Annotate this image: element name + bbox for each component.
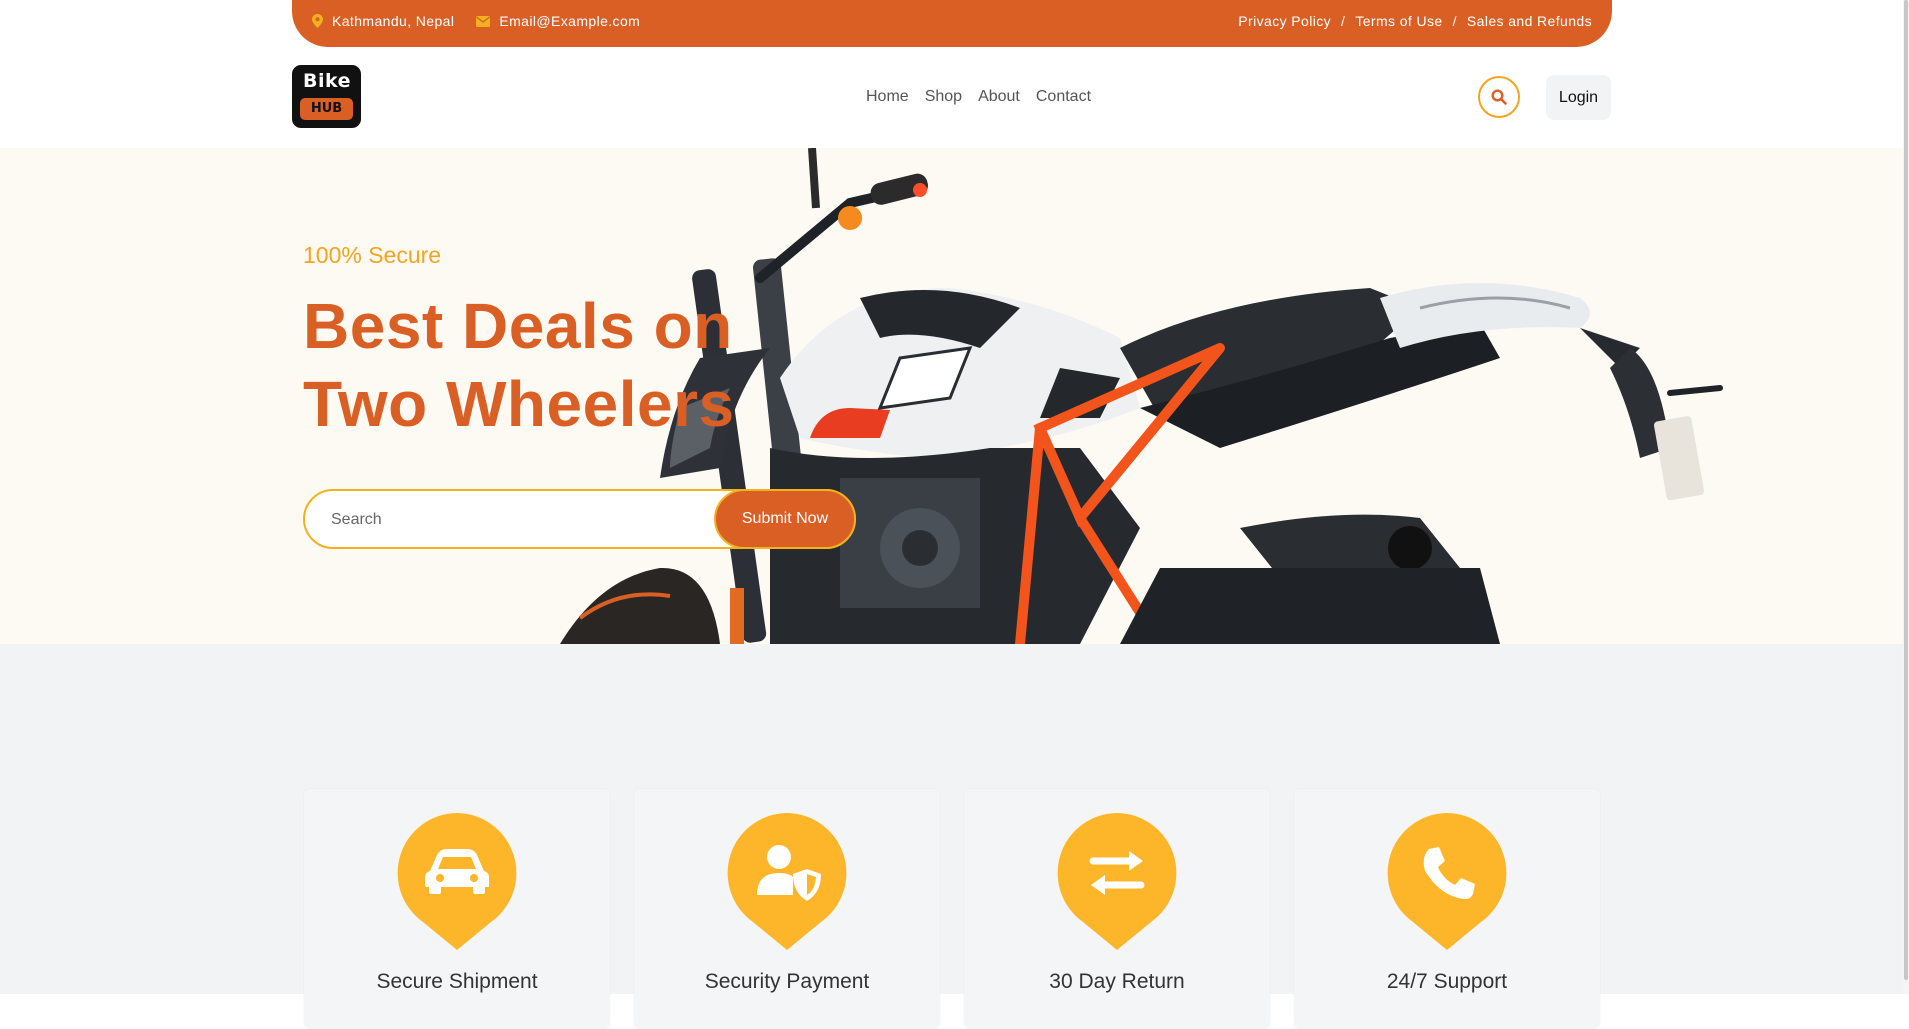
- sales-refunds-link[interactable]: Sales and Refunds: [1467, 13, 1592, 29]
- location-text: Kathmandu, Nepal: [332, 13, 455, 29]
- car-icon: [397, 813, 517, 950]
- submit-now-button[interactable]: Submit Now: [714, 489, 856, 549]
- bikehub-logo[interactable]: Bike HUB: [292, 65, 361, 128]
- email-text[interactable]: Email@Example.com: [499, 13, 640, 29]
- feature-title: Security Payment: [704, 970, 870, 993]
- main-nav: Home Shop About Contact: [866, 88, 1091, 106]
- hero-kicker: 100% Secure: [303, 242, 442, 268]
- hero-search-input[interactable]: [329, 507, 713, 533]
- page-scrollbar[interactable]: [1903, 0, 1909, 994]
- hero-title: Best Deals on Two Wheelers: [303, 287, 735, 443]
- nav-about[interactable]: About: [978, 88, 1020, 106]
- feature-card-30-day-return: 30 Day Return: [964, 789, 1270, 1029]
- logo-text-bike: Bike: [302, 70, 351, 92]
- feature-title: 30 Day Return: [1049, 970, 1185, 993]
- nav-home[interactable]: Home: [866, 88, 909, 106]
- header-search-button[interactable]: [1478, 76, 1520, 118]
- top-info-bar: Kathmandu, Nepal Email@Example.com Priva…: [292, 0, 1612, 47]
- location-info: Kathmandu, Nepal: [312, 13, 454, 29]
- envelope-icon: [476, 15, 491, 27]
- exchange-arrows-icon: [1057, 813, 1177, 950]
- separator: /: [1341, 13, 1346, 29]
- hero-section: 100% Secure Best Deals on Two Wheelers S…: [0, 148, 1909, 644]
- feature-card-24-7-support: 24/7 Support: [1294, 789, 1600, 1029]
- hero-title-line2: Two Wheelers: [303, 368, 735, 440]
- phone-icon: [1387, 813, 1507, 950]
- features-section: Secure Shipment Security Payment 30 Day …: [0, 644, 1909, 1029]
- scrollbar-thumb[interactable]: [1904, 0, 1908, 980]
- hero-search-form: Submit Now: [303, 489, 856, 549]
- feature-title: 24/7 Support: [1386, 970, 1508, 993]
- nav-contact[interactable]: Contact: [1036, 88, 1091, 106]
- feature-card-security-payment: Security Payment: [634, 789, 940, 1029]
- nav-shop[interactable]: Shop: [925, 88, 962, 106]
- search-icon: [1491, 89, 1507, 105]
- login-button[interactable]: Login: [1546, 75, 1611, 120]
- user-shield-icon: [727, 813, 847, 950]
- terms-of-use-link[interactable]: Terms of Use: [1355, 13, 1442, 29]
- map-pin-icon: [312, 14, 323, 28]
- email-info[interactable]: Email@Example.com: [476, 13, 640, 29]
- hero-title-line1: Best Deals on: [303, 290, 733, 362]
- separator: /: [1452, 13, 1457, 29]
- feature-card-secure-shipment: Secure Shipment: [304, 789, 610, 1029]
- logo-text-hub: HUB: [300, 98, 353, 120]
- feature-title: Secure Shipment: [376, 970, 538, 993]
- privacy-policy-link[interactable]: Privacy Policy: [1238, 13, 1331, 29]
